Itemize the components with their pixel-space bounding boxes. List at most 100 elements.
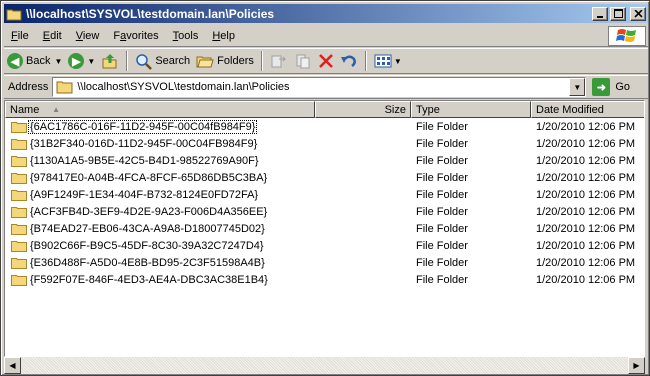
- menu-file[interactable]: File: [4, 30, 36, 42]
- menu-edit[interactable]: Edit: [36, 30, 69, 42]
- table-row[interactable]: {1130A1A5-9B5E-42C5-B4D1-98522769A90F} F…: [5, 153, 644, 170]
- close-icon: [633, 9, 643, 18]
- up-folder-icon: [102, 54, 117, 69]
- back-button[interactable]: ◀ Back ▼: [4, 50, 65, 72]
- file-list[interactable]: Name ▲ Size Type Date Modified {6AC1786C…: [4, 100, 645, 357]
- folder-icon: [11, 241, 27, 252]
- views-button[interactable]: ▼: [371, 50, 405, 72]
- menu-view[interactable]: View: [69, 30, 107, 42]
- table-row[interactable]: {ACF3FB4D-3EF9-4D2E-9A23-F006D4A356EE} F…: [5, 204, 644, 221]
- column-header-name-label: Name: [10, 103, 40, 116]
- file-type: File Folder: [416, 223, 468, 235]
- chevron-right-icon: ▶: [633, 361, 640, 370]
- table-row[interactable]: {F592F07E-846F-4ED3-AE4A-DBC3AC38E1B4} F…: [5, 272, 644, 289]
- file-type: File Folder: [416, 121, 468, 133]
- menu-edit-rest: dit: [50, 29, 62, 42]
- menu-tools[interactable]: Tools: [166, 30, 206, 42]
- address-input[interactable]: \\localhost\SYSVOL\testdomain.lan\Polici…: [52, 77, 587, 97]
- copy-to-button[interactable]: [291, 50, 315, 72]
- file-date-modified: 1/20/2010 12:06 PM: [536, 223, 636, 235]
- menu-help[interactable]: Help: [205, 30, 242, 42]
- file-name: {ACF3FB4D-3EF9-4D2E-9A23-F006D4A356EE}: [30, 206, 268, 218]
- go-arrow-icon: ➜: [592, 78, 611, 96]
- back-arrow-icon: ◀: [7, 53, 23, 69]
- menu-favorites[interactable]: Favorites: [106, 30, 165, 42]
- scroll-right-button[interactable]: ▶: [628, 357, 645, 374]
- horizontal-scrollbar[interactable]: ◀ ▶: [4, 357, 645, 374]
- move-to-button[interactable]: [267, 50, 291, 72]
- delete-icon: [318, 54, 333, 68]
- file-type: File Folder: [416, 172, 468, 184]
- up-folder-button[interactable]: [98, 50, 122, 72]
- folder-icon: [11, 139, 27, 150]
- undo-button[interactable]: [337, 50, 361, 72]
- table-row[interactable]: {B902C66F-B9C5-45DF-8C30-39A32C7247D4} F…: [5, 238, 644, 255]
- file-date-modified: 1/20/2010 12:06 PM: [536, 155, 636, 167]
- title-bar[interactable]: \\localhost\SYSVOL\testdomain.lan\Polici…: [4, 4, 648, 23]
- table-row[interactable]: {A9F1249F-1E34-404F-B732-8124E0FD72FA} F…: [5, 187, 644, 204]
- delete-button[interactable]: [315, 50, 337, 72]
- table-row[interactable]: {978417E0-A04B-4FCA-8FCF-65D86DB5C3BA} F…: [5, 170, 644, 187]
- file-name: {B74EAD27-EB06-43CA-A9A8-D18007745D02}: [30, 223, 265, 235]
- file-name-cell: {978417E0-A04B-4FCA-8FCF-65D86DB5C3BA}: [11, 172, 268, 184]
- address-dropdown-button[interactable]: ▼: [569, 78, 586, 96]
- chevron-down-icon: ▼: [573, 82, 582, 92]
- menu-view-accel: V: [75, 29, 83, 42]
- file-date-modified: 1/20/2010 12:06 PM: [536, 240, 636, 252]
- search-button[interactable]: Search: [132, 50, 193, 72]
- column-header-type[interactable]: Type: [411, 101, 531, 118]
- file-name: {1130A1A5-9B5E-42C5-B4D1-98522769A90F}: [30, 155, 259, 167]
- folder-icon: [56, 81, 73, 94]
- back-dropdown-icon[interactable]: ▼: [54, 57, 62, 66]
- scrollbar-track[interactable]: [21, 357, 628, 374]
- column-header-modified-label: Date Modified: [536, 103, 604, 116]
- table-row[interactable]: {31B2F340-016D-11D2-945F-00C04FB984F9} F…: [5, 136, 644, 153]
- column-header-name[interactable]: Name ▲: [5, 101, 315, 118]
- address-label: Address: [8, 81, 49, 93]
- folder-icon: [11, 122, 27, 133]
- file-name-cell: {1130A1A5-9B5E-42C5-B4D1-98522769A90F}: [11, 155, 260, 167]
- file-date-modified: 1/20/2010 12:06 PM: [536, 257, 636, 269]
- scroll-left-button[interactable]: ◀: [4, 357, 21, 374]
- column-header-date-modified[interactable]: Date Modified: [531, 101, 644, 118]
- file-date-modified: 1/20/2010 12:06 PM: [536, 274, 636, 286]
- file-name: {6AC1786C-016F-11D2-945F-00C04fB984F9}: [27, 120, 258, 134]
- column-header-type-label: Type: [416, 103, 440, 116]
- file-name-cell: {ACF3FB4D-3EF9-4D2E-9A23-F006D4A356EE}: [11, 206, 268, 218]
- forward-arrow-icon: ▶: [68, 53, 85, 69]
- file-date-modified: 1/20/2010 12:06 PM: [536, 138, 636, 150]
- column-header-size[interactable]: Size: [315, 101, 411, 118]
- undo-icon: [340, 55, 356, 67]
- toolbar-separator: [126, 51, 129, 71]
- file-date-modified: 1/20/2010 12:06 PM: [536, 189, 636, 201]
- toolbar-separator: [364, 51, 367, 71]
- search-icon: [136, 53, 153, 70]
- folders-button[interactable]: Folders: [193, 50, 257, 72]
- table-row[interactable]: {B74EAD27-EB06-43CA-A9A8-D18007745D02} F…: [5, 221, 644, 238]
- window-title: \\localhost\SYSVOL\testdomain.lan\Polici…: [26, 6, 275, 21]
- toolbar-separator: [260, 51, 263, 71]
- forward-dropdown-icon[interactable]: ▼: [87, 57, 95, 66]
- file-type: File Folder: [416, 240, 468, 252]
- file-type: File Folder: [416, 189, 468, 201]
- menu-bar: File Edit View Favorites Tools Help: [4, 25, 648, 47]
- menu-view-rest: iew: [82, 29, 100, 42]
- copy-to-icon: [296, 54, 310, 69]
- table-row[interactable]: {E36D488F-A5D0-4E8B-BD95-2C3F51598A4B} F…: [5, 255, 644, 272]
- menu-tools-rest: ools: [178, 29, 199, 42]
- move-to-icon: [271, 55, 287, 68]
- file-name: {B902C66F-B9C5-45DF-8C30-39A32C7247D4}: [30, 240, 264, 252]
- explorer-window: \\localhost\SYSVOL\testdomain.lan\Polici…: [0, 0, 650, 376]
- forward-button[interactable]: ▶ ▼: [65, 50, 98, 72]
- file-name-cell: {B902C66F-B9C5-45DF-8C30-39A32C7247D4}: [11, 240, 265, 252]
- menu-file-accel: F: [11, 29, 18, 42]
- maximize-button[interactable]: [610, 6, 626, 21]
- file-type: File Folder: [416, 138, 468, 150]
- close-button[interactable]: [630, 6, 646, 21]
- address-value: \\localhost\SYSVOL\testdomain.lan\Polici…: [77, 81, 290, 93]
- menu-edit-accel: E: [42, 29, 51, 42]
- folder-icon: [11, 224, 27, 235]
- minimize-button[interactable]: [592, 6, 608, 21]
- table-row[interactable]: {6AC1786C-016F-11D2-945F-00C04fB984F9} F…: [5, 119, 644, 136]
- go-button[interactable]: ➜ Go: [592, 78, 630, 96]
